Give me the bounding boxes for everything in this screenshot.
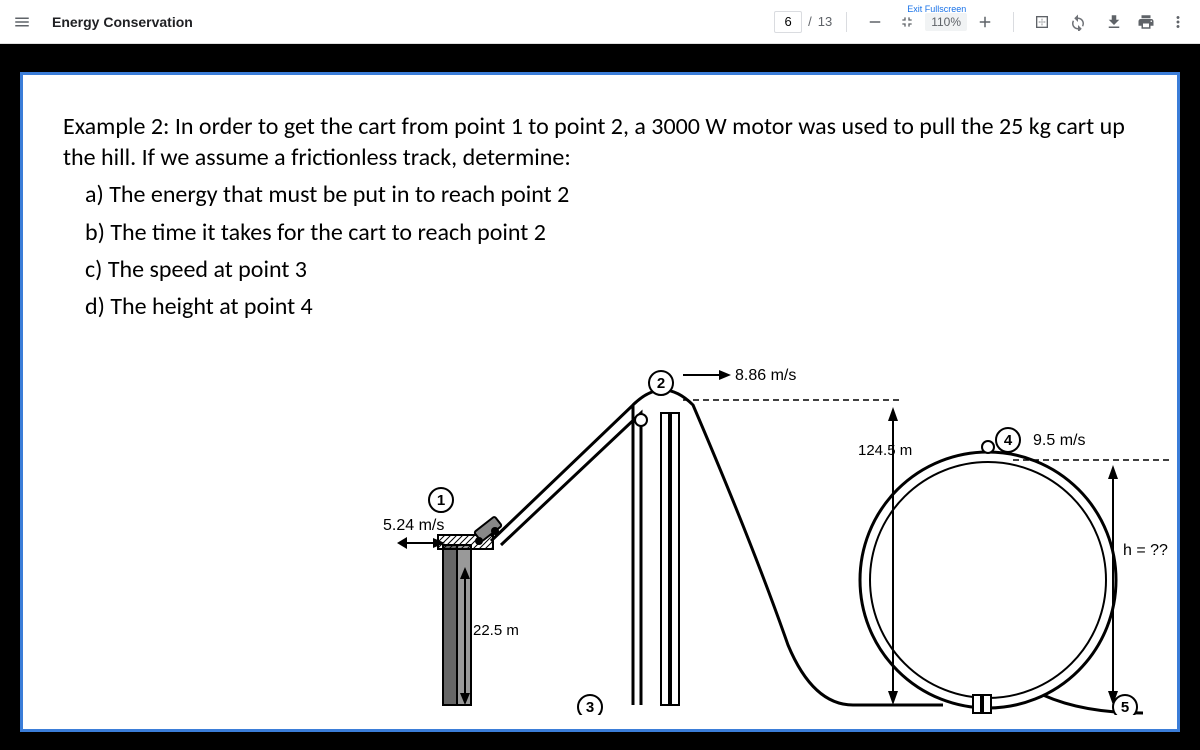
rollercoaster-diagram: 22.5 m 1 5.24 m/s 2 bbox=[383, 345, 1173, 715]
velocity-1-label: 5.24 m/s bbox=[383, 517, 444, 534]
download-button[interactable] bbox=[1100, 8, 1128, 36]
point-5-label: 5 bbox=[1121, 699, 1129, 715]
point-1-label: 1 bbox=[437, 492, 445, 509]
problem-c: c) The speed at point 3 bbox=[63, 254, 1137, 285]
document-title: Energy Conservation bbox=[52, 14, 193, 30]
more-icon[interactable] bbox=[1164, 8, 1192, 36]
zoom-out-button[interactable] bbox=[861, 8, 889, 36]
problem-a: a) The energy that must be put in to rea… bbox=[63, 179, 1137, 210]
zoom-value: 110% bbox=[925, 13, 967, 31]
height-2-label: 124.5 m bbox=[858, 442, 912, 459]
velocity-4-label: 9.5 m/s bbox=[1033, 432, 1085, 449]
divider bbox=[1013, 12, 1014, 32]
problem-intro: Example 2: In order to get the cart from… bbox=[63, 111, 1137, 173]
problem-b: b) The time it takes for the cart to rea… bbox=[63, 217, 1137, 248]
fit-page-button[interactable] bbox=[1028, 8, 1056, 36]
page-separator: / bbox=[808, 14, 812, 29]
problem-d: d) The height at point 4 bbox=[63, 291, 1137, 322]
menu-icon[interactable] bbox=[8, 8, 36, 36]
zoom-in-button[interactable] bbox=[971, 8, 999, 36]
height-4-label: h = ?? bbox=[1123, 542, 1168, 559]
divider bbox=[846, 12, 847, 32]
point-3-label: 3 bbox=[586, 699, 594, 715]
velocity-2-label: 8.86 m/s bbox=[735, 367, 796, 384]
point-2-label: 2 bbox=[657, 375, 665, 392]
rotate-button[interactable] bbox=[1064, 8, 1092, 36]
print-button[interactable] bbox=[1132, 8, 1160, 36]
exit-fullscreen-button[interactable]: Exit Fullscreen bbox=[893, 8, 921, 36]
height-1-label: 22.5 m bbox=[473, 622, 519, 639]
page-number-input[interactable] bbox=[774, 11, 802, 33]
document-page: Example 2: In order to get the cart from… bbox=[20, 72, 1180, 732]
page-total: 13 bbox=[818, 14, 832, 29]
point-4-label: 4 bbox=[1004, 432, 1013, 449]
